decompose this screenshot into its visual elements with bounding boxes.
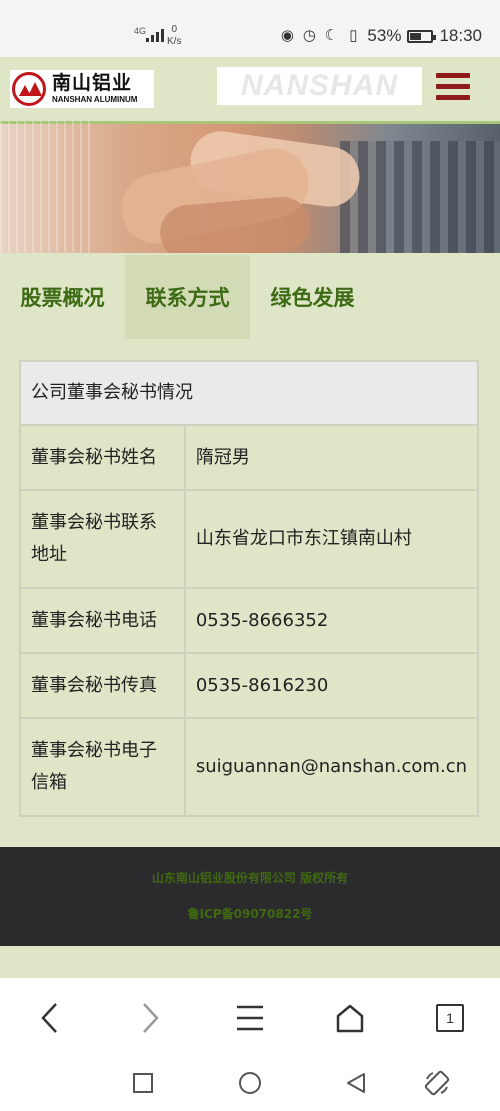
battery-fill: [410, 32, 422, 40]
speed-value: 0: [171, 24, 177, 35]
nanshan-banner: NANSHAN: [217, 67, 422, 105]
row-label: 董事会秘书电子信箱: [19, 717, 186, 817]
logo-chinese-name: 南山铝业: [52, 72, 133, 94]
status-bar: 4G 0 K/s ◉ ◷ ☾ ▯ 53% 18:30: [0, 0, 500, 57]
speed-unit: K/s: [167, 36, 182, 47]
row-label: 董事会秘书电话: [19, 587, 186, 654]
table-row: 董事会秘书电子信箱 suiguannan@nanshan.com.cn: [19, 717, 480, 817]
forward-button[interactable]: [130, 998, 170, 1038]
row-value[interactable]: suiguannan@nanshan.com.cn: [183, 717, 480, 817]
table-row: 董事会秘书电话 0535-8666352: [19, 587, 480, 654]
row-label: 董事会秘书传真: [19, 652, 186, 719]
footer-icp[interactable]: 鲁ICP备09070822号: [0, 905, 500, 922]
back-icon: [41, 1003, 57, 1033]
browser-toolbar: 1: [0, 978, 500, 1058]
row-label: 董事会秘书姓名: [19, 424, 186, 491]
tab-contact[interactable]: 联系方式: [125, 255, 250, 339]
menu-icon: [237, 1005, 263, 1031]
banner-text: NANSHAN: [241, 69, 398, 102]
logo-english-name: NANSHAN ALUMINUM: [52, 95, 138, 104]
rotate-button[interactable]: [422, 1068, 452, 1098]
table-row: 董事会秘书姓名 隋冠男: [19, 424, 480, 491]
clock: 18:30: [439, 26, 482, 45]
site-footer: 山东南山铝业股份有限公司 版权所有 鲁ICP备09070822号: [0, 847, 500, 946]
eye-icon: ◉: [280, 27, 294, 44]
system-back-button[interactable]: [341, 1068, 371, 1098]
tab-count: 1: [436, 1004, 464, 1032]
home-icon: [336, 1004, 364, 1033]
network-type: 4G: [134, 26, 147, 36]
row-value: 隋冠男: [183, 424, 480, 491]
vibrate-icon: ▯: [349, 27, 358, 44]
signal-icon: [146, 26, 164, 42]
row-value: 山东省龙口市东江镇南山村: [183, 489, 480, 589]
section-tabs: 股票概况 联系方式 绿色发展: [0, 253, 500, 339]
table-row: 董事会秘书传真 0535-8616230: [19, 652, 480, 719]
recent-apps-button[interactable]: [128, 1068, 158, 1098]
triangle-back-icon: [347, 1073, 365, 1093]
moon-icon: ☾: [324, 27, 339, 44]
table-header-row: 公司董事会秘书情况: [19, 360, 479, 426]
table-title: 公司董事会秘书情况: [19, 360, 479, 426]
row-label: 董事会秘书联系地址: [19, 489, 186, 589]
circle-icon: [239, 1072, 261, 1094]
system-home-button[interactable]: [235, 1068, 265, 1098]
row-value: 0535-8616230: [183, 652, 480, 719]
logo-mountain-icon: [12, 72, 46, 106]
home-button[interactable]: [330, 998, 370, 1038]
tab-stock-overview[interactable]: 股票概况: [5, 255, 120, 339]
tabs-button[interactable]: 1: [430, 998, 470, 1038]
hero-handshake-image: [0, 121, 500, 253]
back-button[interactable]: [30, 998, 70, 1038]
tab-green-development[interactable]: 绿色发展: [255, 255, 370, 339]
footer-copyright: 山东南山铝业股份有限公司 版权所有: [151, 871, 349, 885]
site-header: 南山铝业 NANSHAN ALUMINUM NANSHAN: [0, 57, 500, 121]
menu-button[interactable]: [230, 998, 270, 1038]
rotate-icon: [424, 1070, 450, 1096]
battery-percent: 53%: [367, 26, 402, 45]
forward-icon: [143, 1003, 159, 1033]
hamburger-menu-icon[interactable]: [436, 73, 470, 103]
row-value[interactable]: 0535-8666352: [183, 587, 480, 654]
system-navigation-bar: [0, 1058, 500, 1111]
battery-icon: [407, 29, 437, 43]
nanshan-logo[interactable]: 南山铝业 NANSHAN ALUMINUM: [10, 70, 154, 108]
network-speed: 0 K/s: [167, 24, 181, 48]
secretary-info-table: 公司董事会秘书情况 董事会秘书姓名 隋冠男 董事会秘书联系地址 山东省龙口市东江…: [19, 360, 480, 817]
alarm-icon: ◷: [302, 27, 316, 44]
table-row: 董事会秘书联系地址 山东省龙口市东江镇南山村: [19, 489, 480, 589]
square-icon: [133, 1073, 153, 1093]
